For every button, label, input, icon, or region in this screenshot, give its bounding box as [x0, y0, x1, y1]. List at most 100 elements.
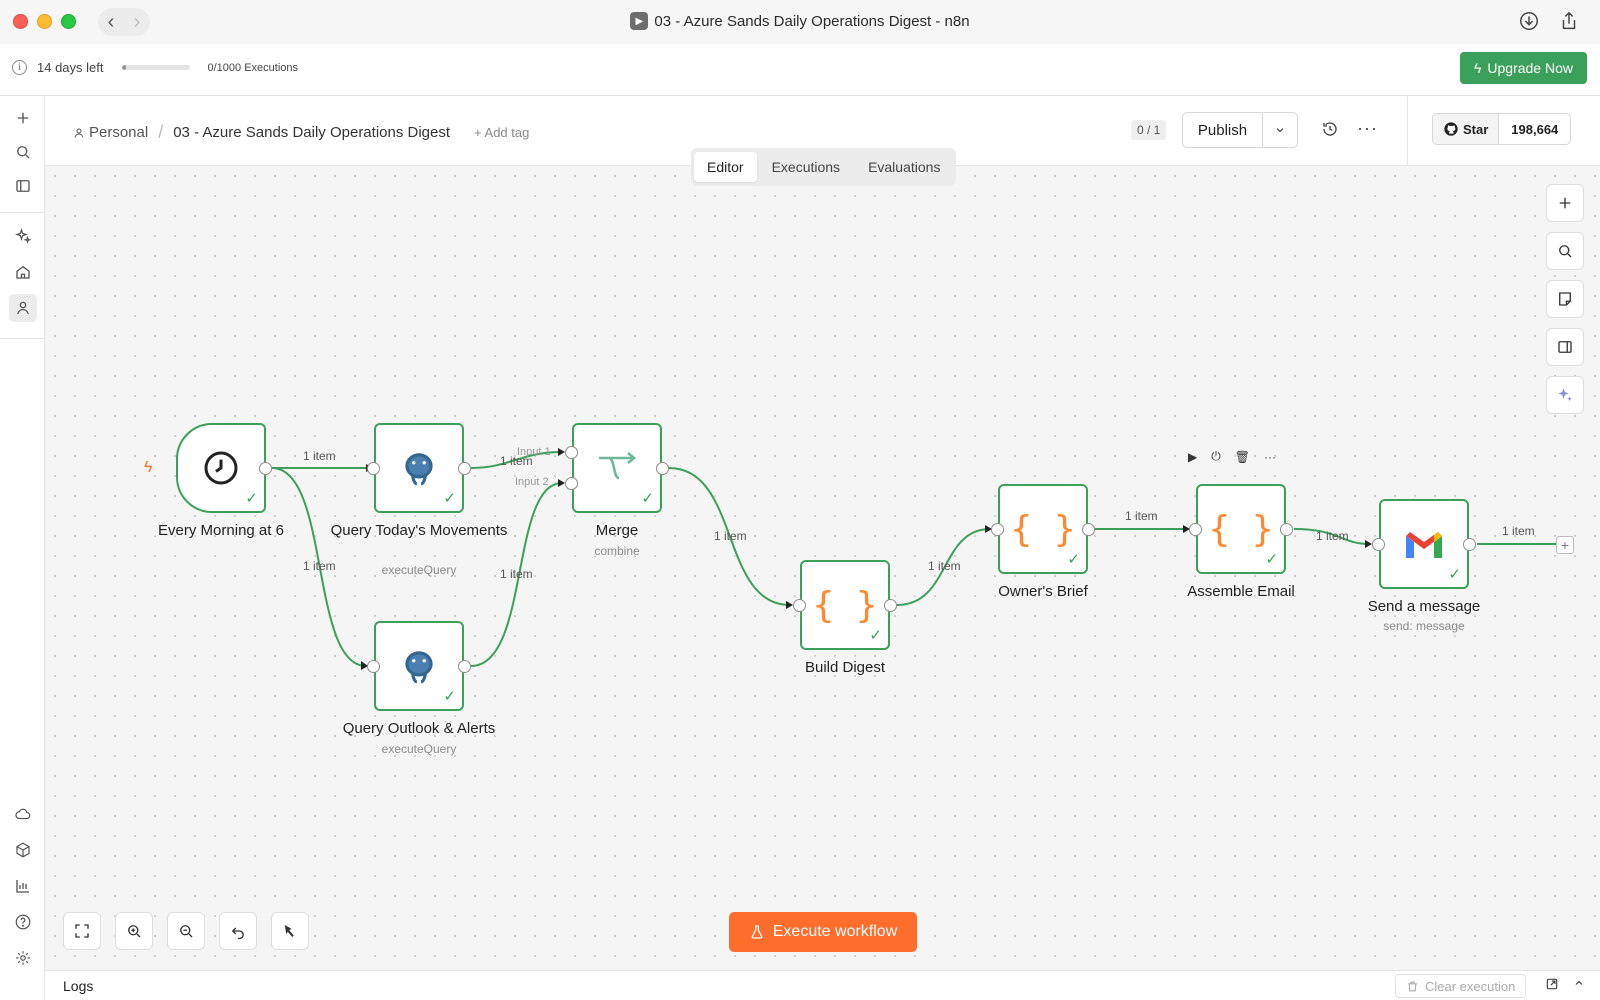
node-label: Every Morning at 6	[158, 522, 284, 539]
chevron-up-icon[interactable]	[1573, 977, 1585, 994]
node-label: Send a message	[1367, 598, 1481, 615]
add-node-icon[interactable]	[1546, 184, 1584, 222]
output-port[interactable]	[1280, 523, 1293, 536]
node-send-message[interactable]: ✓	[1379, 499, 1469, 589]
home-icon[interactable]	[11, 260, 35, 284]
insights-icon[interactable]	[11, 874, 35, 898]
sidebar-divider	[0, 212, 44, 213]
tab-executions[interactable]: Executions	[759, 152, 853, 182]
left-sidebar	[0, 96, 45, 1000]
upgrade-now-button[interactable]: ϟ Upgrade Now	[1459, 52, 1587, 84]
cloud-icon[interactable]	[11, 802, 35, 826]
input-port-2[interactable]	[565, 477, 578, 490]
publish-button-group: Publish	[1182, 112, 1298, 148]
help-icon[interactable]	[11, 910, 35, 934]
github-star-widget[interactable]: Star 198,664	[1432, 113, 1572, 145]
input-port[interactable]	[367, 462, 380, 475]
clear-execution-button[interactable]: Clear execution	[1395, 974, 1527, 998]
search-icon[interactable]	[11, 140, 35, 164]
zoom-out-icon[interactable]	[167, 912, 205, 950]
add-node-button[interactable]: +	[1556, 536, 1574, 554]
input-port[interactable]	[1189, 523, 1202, 536]
edge-label: 1 item	[1316, 529, 1349, 543]
tab-editor[interactable]: Editor	[694, 152, 757, 182]
trial-usage-progress	[121, 65, 190, 70]
zoom-in-icon[interactable]	[115, 912, 153, 950]
output-port[interactable]	[458, 462, 471, 475]
trial-days-left: 14 days left	[37, 60, 104, 75]
output-port[interactable]	[259, 462, 272, 475]
execute-workflow-button[interactable]: Execute workflow	[729, 912, 917, 952]
input-port[interactable]	[991, 523, 1004, 536]
node-label: Query Outlook & Alerts	[342, 720, 496, 737]
input-port-1[interactable]	[565, 446, 578, 459]
fit-view-icon[interactable]	[63, 912, 101, 950]
chevron-down-icon[interactable]	[1263, 113, 1297, 147]
clock-icon	[201, 448, 241, 488]
github-star-button[interactable]: Star	[1433, 114, 1500, 144]
ai-assistant-icon[interactable]	[1546, 376, 1584, 414]
output-port[interactable]	[656, 462, 669, 475]
add-icon[interactable]	[11, 106, 35, 130]
output-port[interactable]	[1463, 538, 1476, 551]
personal-icon[interactable]	[9, 294, 37, 322]
success-check-icon: ✓	[1448, 566, 1461, 583]
version-counter: 0 / 1	[1131, 120, 1167, 140]
node-query-outlook[interactable]: ✓	[374, 621, 464, 711]
node-build-digest[interactable]: { } ✓	[800, 560, 890, 650]
more-options-icon[interactable]: ···	[1264, 450, 1276, 464]
publish-button[interactable]: Publish	[1183, 113, 1263, 147]
success-check-icon: ✓	[1067, 551, 1080, 568]
trash-icon[interactable]: 🗑	[1235, 450, 1250, 464]
node-query-movements[interactable]: ✓	[374, 423, 464, 513]
more-options-icon[interactable]: ···	[1357, 118, 1381, 138]
sparkles-icon[interactable]	[11, 224, 35, 248]
node-subtitle: executeQuery	[381, 563, 457, 577]
success-check-icon: ✓	[245, 490, 258, 507]
node-subtitle: executeQuery	[381, 742, 457, 756]
search-nodes-icon[interactable]	[1546, 232, 1584, 270]
node-every-morning[interactable]: ✓	[176, 423, 266, 513]
add-tag-button[interactable]: + Add tag	[474, 125, 529, 140]
output-port[interactable]	[458, 660, 471, 673]
power-icon[interactable]: ⏻	[1211, 449, 1221, 464]
input-port[interactable]	[367, 660, 380, 673]
node-merge[interactable]: ✓	[572, 423, 662, 513]
github-star-count: 198,664	[1511, 121, 1559, 137]
trial-executions: 0/1000 Executions	[207, 61, 299, 74]
app-icon: ▶	[630, 12, 649, 30]
history-icon[interactable]	[1321, 120, 1341, 140]
tidy-up-icon[interactable]	[271, 912, 309, 950]
postgres-icon	[398, 645, 440, 687]
header-divider	[1407, 96, 1408, 166]
workflow-name[interactable]: 03 - Azure Sands Daily Operations Digest	[173, 124, 450, 141]
logs-toggle[interactable]: Logs	[63, 978, 93, 994]
code-braces-icon: { }	[812, 584, 878, 626]
node-assemble-email[interactable]: { } ✓	[1196, 484, 1286, 574]
breadcrumb-personal[interactable]: Personal	[73, 124, 148, 141]
side-panel-icon[interactable]	[1546, 328, 1584, 366]
tab-evaluations[interactable]: Evaluations	[855, 152, 953, 182]
view-tabs: Editor Executions Evaluations	[691, 148, 957, 186]
download-icon[interactable]	[1518, 10, 1540, 37]
node-label: Owner's Brief	[998, 583, 1088, 600]
edge-label: 1 item	[1125, 509, 1158, 523]
sticky-note-icon[interactable]	[1546, 280, 1584, 318]
edge-label: 1 item	[714, 529, 747, 543]
node-owners-brief[interactable]: { } ✓	[998, 484, 1088, 574]
output-port[interactable]	[884, 599, 897, 612]
output-port[interactable]	[1082, 523, 1095, 536]
gmail-icon	[1403, 528, 1445, 560]
undo-icon[interactable]	[219, 912, 257, 950]
templates-icon[interactable]	[11, 838, 35, 862]
share-icon[interactable]	[1558, 10, 1580, 37]
info-icon: i	[12, 60, 27, 75]
canvas-right-toolbar	[1546, 184, 1584, 414]
panel-toggle-icon[interactable]	[11, 174, 35, 198]
input-port[interactable]	[1372, 538, 1385, 551]
window-title: ▶ 03 - Azure Sands Daily Operations Dige…	[0, 12, 1600, 30]
popout-icon[interactable]	[1545, 977, 1559, 994]
input-port[interactable]	[793, 599, 806, 612]
settings-gear-icon[interactable]	[11, 946, 35, 970]
play-icon[interactable]: ▶	[1188, 450, 1197, 464]
